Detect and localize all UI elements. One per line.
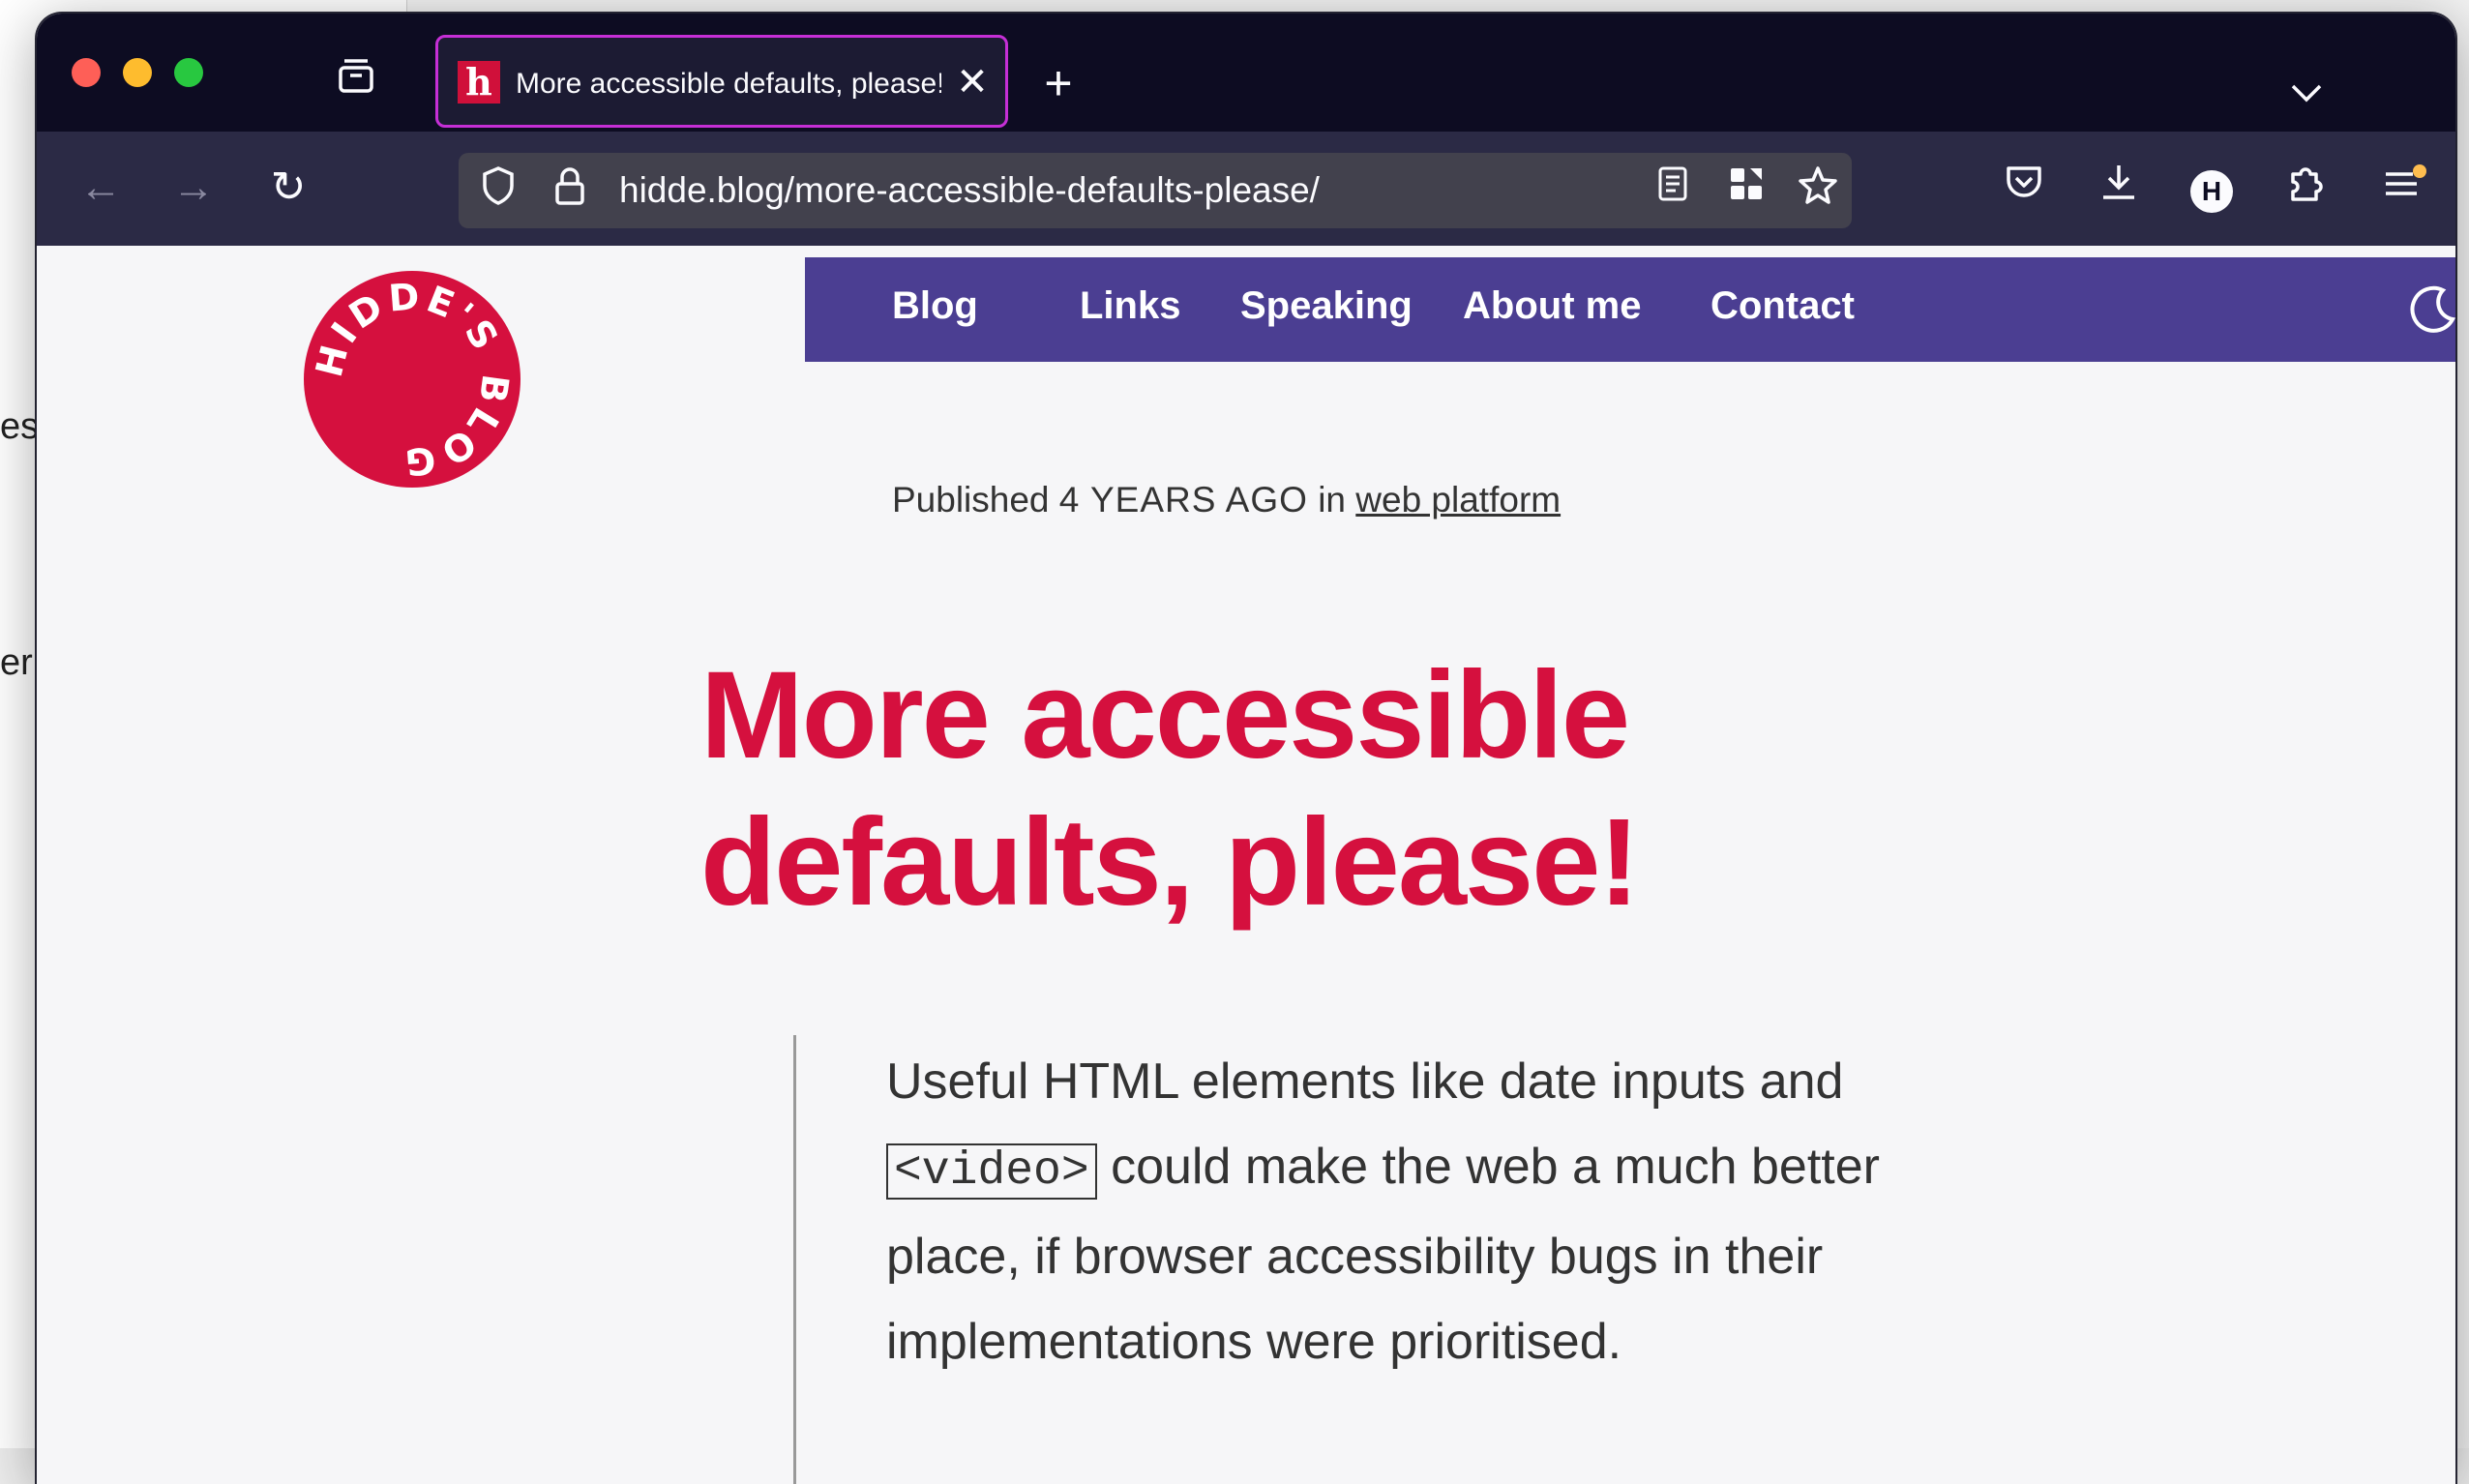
download-icon[interactable]	[2090, 161, 2148, 219]
tab-strip: h More accessible defaults, please! ✕ +	[37, 14, 2455, 132]
published-age: 4 YEARS AGO	[1058, 480, 1308, 519]
article-title-line: More accessible	[700, 646, 1630, 785]
nav-link-contact[interactable]: Contact	[1710, 284, 1855, 328]
background-text-fragment: er	[0, 642, 33, 683]
close-window-button[interactable]	[72, 58, 101, 87]
tab-list-chevron-down-icon[interactable]	[2281, 74, 2332, 124]
tab-active[interactable]: h More accessible defaults, please! ✕	[435, 35, 1008, 128]
lock-icon[interactable]	[544, 164, 596, 217]
update-badge	[2413, 164, 2426, 178]
extensions-puzzle-icon[interactable]	[2277, 161, 2335, 219]
shield-icon[interactable]	[472, 164, 524, 217]
reader-view-icon[interactable]	[1647, 164, 1699, 217]
inline-code: <video>	[886, 1143, 1097, 1200]
back-button[interactable]: ←	[72, 159, 130, 217]
nav-link-about-me[interactable]: About me	[1463, 284, 1641, 328]
published-label: Published	[892, 480, 1050, 519]
tab-manager-icon[interactable]	[335, 54, 377, 97]
article-title: More accessible defaults, please!	[700, 642, 1958, 936]
article-intro: Useful HTML elements like date inputs an…	[886, 1039, 1912, 1384]
published-meta: Published 4 YEARS AGO in web platform	[892, 480, 1561, 520]
nav-link-blog[interactable]: Blog	[892, 284, 978, 328]
reload-button[interactable]: ↻	[259, 159, 317, 217]
site-logo[interactable]: HIDDE'S BLOG	[302, 269, 522, 490]
qr-code-icon[interactable]	[1720, 164, 1772, 217]
nav-link-speaking[interactable]: Speaking	[1240, 284, 1413, 328]
account-initial: H	[2190, 170, 2233, 214]
bookmark-star-icon[interactable]	[1792, 164, 1844, 217]
dark-mode-moon-icon[interactable]	[2403, 282, 2455, 341]
browser-window: h More accessible defaults, please! ✕ + …	[37, 14, 2455, 1484]
forward-button[interactable]: →	[164, 159, 223, 217]
address-bar[interactable]: hidde.blog/more-accessible-defaults-plea…	[459, 153, 1852, 228]
app-menu-icon[interactable]	[2372, 161, 2430, 219]
intro-divider	[793, 1035, 796, 1484]
published-in: in	[1318, 480, 1346, 519]
background-text-fragment: es	[0, 406, 40, 447]
intro-text: Useful HTML elements like date inputs an…	[886, 1054, 1844, 1110]
nav-link-links[interactable]: Links	[1080, 284, 1180, 328]
zoom-window-button[interactable]	[174, 58, 203, 87]
minimize-window-button[interactable]	[123, 58, 152, 87]
tab-close-icon[interactable]: ✕	[949, 59, 996, 105]
account-avatar[interactable]: H	[2183, 161, 2241, 219]
url-text[interactable]: hidde.blog/more-accessible-defaults-plea…	[619, 164, 1320, 217]
pocket-icon[interactable]	[1995, 161, 2053, 219]
site-favicon-icon: h	[458, 61, 500, 104]
category-link[interactable]: web platform	[1355, 480, 1561, 519]
page-content: HIDDE'S BLOG Blog Links Speaking About m…	[37, 246, 2455, 1484]
tab-title: More accessible defaults, please!	[516, 68, 941, 100]
article-title-line: defaults, please!	[700, 793, 1640, 932]
new-tab-button[interactable]: +	[1033, 58, 1084, 108]
navigation-toolbar: ← → ↻ hidde.blog/more-accessible-default…	[37, 132, 2455, 246]
site-navigation: Blog Links Speaking About me Contact	[805, 257, 2455, 362]
